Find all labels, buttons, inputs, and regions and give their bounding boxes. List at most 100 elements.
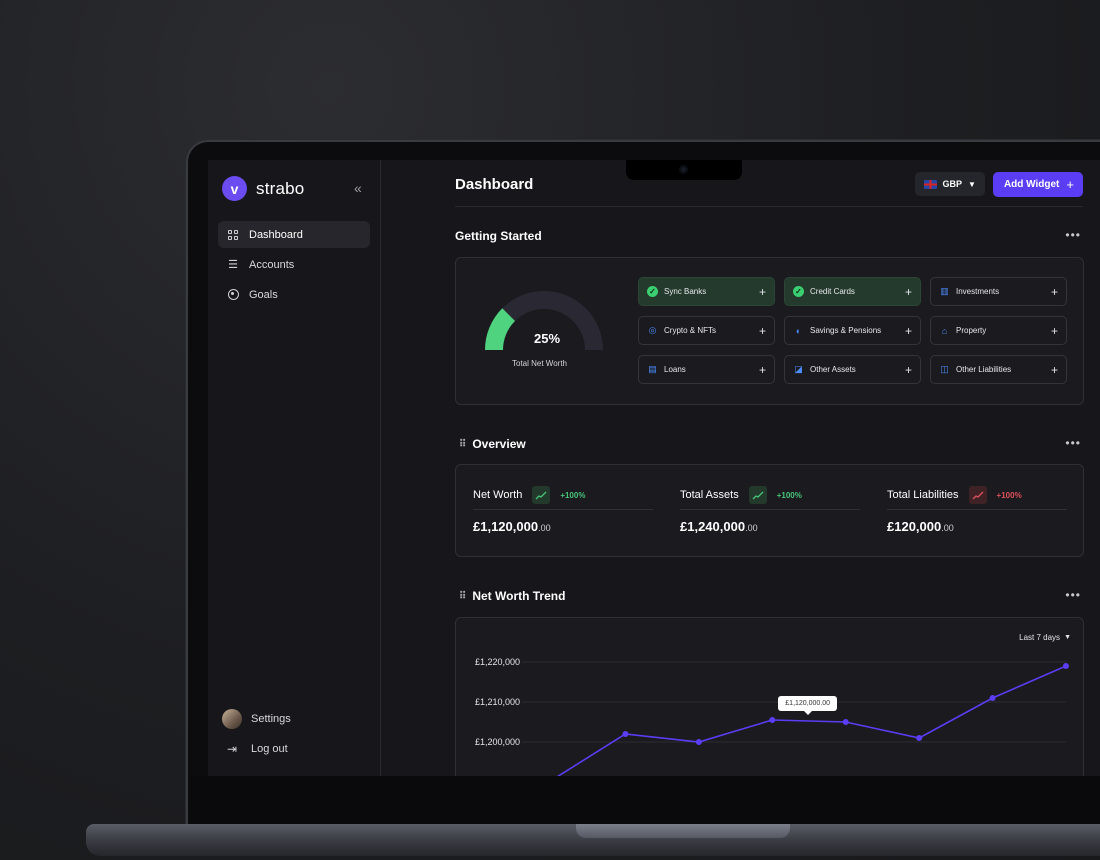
getting-started-title: Getting Started: [455, 229, 542, 243]
chip-savings-pensions[interactable]: ◐ Savings & Pensions +: [784, 316, 921, 345]
metric-change: +100%: [996, 490, 1022, 500]
chip-label: Property: [956, 326, 987, 335]
brand[interactable]: v strabo: [222, 176, 304, 201]
chevrons-left-icon[interactable]: «: [354, 180, 362, 196]
add-widget-button[interactable]: Add Widget +: [992, 172, 1083, 197]
metric-label: Net Worth: [473, 489, 523, 501]
bar-chart-icon: ▥: [940, 286, 949, 296]
chip-property[interactable]: ⌂ Property +: [930, 316, 1067, 345]
y-tick-label: £1,210,000: [475, 697, 520, 707]
metric-total-liabilities: Total Liabilities +100% £120,000.00: [887, 485, 1067, 534]
house-icon: ⌂: [941, 325, 948, 336]
plus-icon: +: [1050, 323, 1058, 338]
getting-started-card: 25% Total Net Worth ✓ Sync Banks + ✓ Cre…: [455, 257, 1084, 405]
metric-label: Total Assets: [680, 489, 739, 501]
overview-title: ⠿ Overview: [459, 437, 526, 451]
chip-label: Savings & Pensions: [810, 326, 882, 335]
gauge-percent: 25%: [534, 331, 561, 346]
chip-label: Other Liabilities: [956, 365, 1012, 374]
target-icon: [227, 289, 239, 301]
screen: v strabo « Dashboard ☰ Accounts Goals Se…: [208, 160, 1100, 776]
logout-icon: ⇥: [226, 742, 238, 756]
gauge-fill: [485, 308, 516, 351]
plus-icon: +: [904, 362, 912, 377]
sidebar-item-settings[interactable]: Settings: [222, 704, 291, 734]
overview-card: Net Worth +100% £1,120,000.00 Total Asse…: [455, 464, 1084, 557]
chip-other-assets[interactable]: ◪ Other Assets +: [784, 355, 921, 384]
plus-icon: +: [758, 323, 766, 338]
sidebar-item-logout[interactable]: ⇥ Log out: [222, 734, 291, 764]
data-point: [1063, 663, 1069, 669]
chip-sync-banks[interactable]: ✓ Sync Banks +: [638, 277, 775, 306]
caret-down-icon: ▼: [968, 179, 976, 189]
check-icon: ✓: [647, 286, 658, 297]
net-worth-chart: £1,220,000£1,210,000£1,200,000£1,190,000: [475, 657, 1069, 776]
sidebar: v strabo « Dashboard ☰ Accounts Goals Se…: [208, 160, 381, 776]
sidebar-item-label: Accounts: [249, 258, 295, 271]
currency-select[interactable]: GBP ▼: [914, 172, 985, 196]
laptop-hinge-notch: [576, 824, 790, 838]
camera-notch: [626, 160, 742, 180]
section-title-text: Net Worth Trend: [472, 589, 566, 603]
sidebar-item-dashboard[interactable]: Dashboard: [218, 221, 370, 248]
y-tick-label: £1,200,000: [475, 737, 520, 747]
logout-label: Log out: [251, 743, 288, 755]
chip-label: Crypto & NFTs: [664, 326, 717, 335]
chip-loans[interactable]: ▤ Loans +: [638, 355, 775, 384]
document-icon: ▤: [648, 364, 657, 374]
trend-up-icon: [968, 486, 987, 504]
metric-value: £1,240,000.00: [680, 519, 758, 534]
chip-crypto-nfts[interactable]: ◎ Crypto & NFTs +: [638, 316, 775, 345]
trend-up-icon: [532, 486, 551, 504]
plus-icon: +: [904, 284, 912, 299]
trend-more-icon[interactable]: •••: [1065, 588, 1081, 602]
chip-label: Loans: [664, 365, 686, 374]
avatar: [222, 709, 242, 729]
laptop-bezel: [190, 776, 1100, 824]
data-point: [989, 695, 996, 701]
main-content: Dashboard GBP ▼ Add Widget + Getting Sta…: [455, 160, 1084, 776]
add-widget-label: Add Widget: [1003, 179, 1060, 190]
chip-investments[interactable]: ▥ Investments +: [930, 277, 1067, 306]
chart-tooltip: £1,120,000.00: [778, 696, 838, 715]
metric-net-worth: Net Worth +100% £1,120,000.00: [473, 485, 653, 534]
metric-value: £1,120,000.00: [473, 519, 551, 534]
chip-label: Credit Cards: [810, 287, 855, 296]
gauge-caption: Total Net Worth: [512, 359, 567, 368]
sidebar-item-accounts[interactable]: ☰ Accounts: [218, 251, 370, 278]
overview-more-icon[interactable]: •••: [1065, 436, 1081, 450]
piggy-bank-icon: ◐: [795, 325, 802, 336]
chip-other-liabilities[interactable]: ◫ Other Liabilities +: [930, 355, 1067, 384]
sidebar-item-label: Goals: [249, 288, 278, 301]
plus-icon: +: [1066, 177, 1074, 192]
data-point: [916, 735, 923, 741]
chip-credit-cards[interactable]: ✓ Credit Cards +: [784, 277, 921, 306]
chip-label: Sync Banks: [664, 287, 707, 296]
metric-total-assets: Total Assets +100% £1,240,000.00: [680, 485, 860, 534]
onboarding-chips: ✓ Sync Banks + ✓ Credit Cards + ▥ Invest…: [638, 277, 1067, 384]
plus-icon: +: [758, 362, 766, 377]
data-point: [842, 719, 849, 725]
currency-label: GBP: [942, 179, 963, 189]
data-point: [769, 717, 776, 723]
strabo-logo-icon: v: [222, 176, 247, 201]
check-icon: ✓: [793, 286, 804, 297]
settings-label: Settings: [251, 713, 291, 725]
sidebar-footer: Settings ⇥ Log out: [222, 704, 291, 764]
data-point: [695, 739, 702, 745]
chart-down-icon: ◫: [940, 364, 949, 374]
sidebar-item-label: Dashboard: [249, 228, 303, 241]
drag-handle-icon[interactable]: ⠿: [459, 591, 466, 602]
metric-change: +100%: [560, 490, 586, 500]
getting-started-more-icon[interactable]: •••: [1065, 228, 1081, 242]
sidebar-nav: Dashboard ☰ Accounts Goals: [218, 221, 370, 311]
plus-icon: +: [1050, 284, 1058, 299]
metric-value: £120,000.00: [887, 519, 954, 534]
plus-icon: +: [904, 323, 912, 338]
drag-handle-icon[interactable]: ⠿: [459, 439, 466, 450]
header-actions: GBP ▼ Add Widget +: [914, 172, 1083, 197]
data-point: [622, 731, 629, 737]
sidebar-item-goals[interactable]: Goals: [218, 281, 370, 308]
trend-up-icon: [748, 486, 767, 504]
y-tick-label: £1,220,000: [475, 657, 520, 667]
